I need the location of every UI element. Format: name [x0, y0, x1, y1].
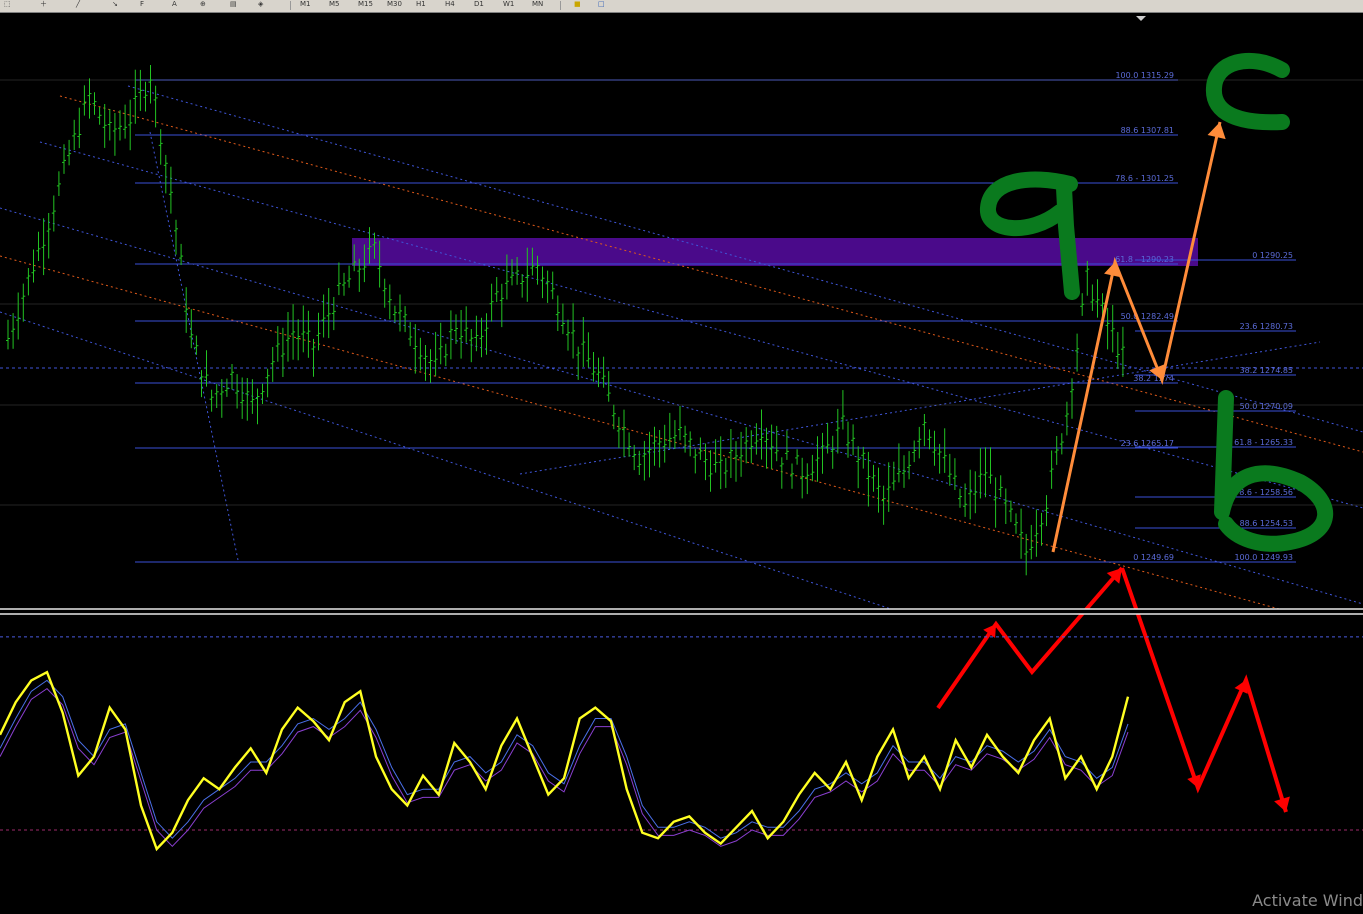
fib-right-label: 0 1290.25	[1252, 251, 1293, 260]
timeframe-h1-button[interactable]: H1	[416, 0, 426, 10]
osc-signal-blue	[0, 679, 1129, 839]
trend-blue-vertical	[149, 131, 239, 561]
channel-blue-3	[0, 207, 1363, 605]
line-icon[interactable]: ╱	[76, 0, 80, 10]
fib-right-label: 78.6 - 1258.56	[1234, 488, 1293, 497]
timeframe-w1-button[interactable]: W1	[503, 0, 514, 10]
fib-right-label: 61.8 - 1265.33	[1234, 438, 1293, 447]
candles	[6, 65, 1125, 576]
folder-icon[interactable]: ■	[574, 0, 581, 10]
fibonacci-icon[interactable]: F	[140, 0, 144, 10]
timeframe-m15-button[interactable]: M15	[358, 0, 373, 10]
templates-icon[interactable]: ▤	[230, 0, 237, 10]
fib-right-label: 88.6 1254.53	[1240, 519, 1293, 528]
zoom-icon[interactable]: ⊕	[200, 0, 206, 10]
fib-left-label: 78.6 - 1301.25	[1115, 174, 1174, 183]
timeframe-m5-button[interactable]: M5	[329, 0, 340, 10]
chart-canvas[interactable]: 100.0 1315.29 88.6 1307.81 78.6 - 1301.25 6…	[0, 12, 1363, 914]
chart-shift-marker	[1136, 16, 1146, 21]
timeframe-h4-button[interactable]: H4	[445, 0, 455, 10]
wave-abc-path	[1051, 121, 1222, 553]
crosshair-icon[interactable]: ＋	[40, 0, 47, 10]
timeframe-m30-button[interactable]: M30	[387, 0, 402, 10]
osc-main-yellow	[0, 670, 1130, 852]
activate-windows-watermark: Activate Wind	[1252, 891, 1363, 910]
window-icon[interactable]: □	[598, 0, 605, 10]
timeframe-m1-button[interactable]: M1	[300, 0, 311, 10]
new-order-icon[interactable]: ◈	[258, 0, 263, 10]
channel-upper-red	[59, 95, 1363, 453]
wave-arrowhead	[1207, 122, 1226, 140]
fib-left-label: 88.6 1307.81	[1121, 126, 1174, 135]
projection-down-path	[1120, 567, 1288, 813]
osc-signal-purple	[0, 687, 1129, 848]
channel-blue-2	[39, 141, 1363, 509]
cursor-icon[interactable]: ⬚	[4, 0, 11, 10]
fib-right-label: 50.0 1270.09	[1240, 402, 1293, 411]
wave-label-c	[1206, 53, 1290, 131]
wave-label-a	[980, 171, 1080, 300]
fib-left-label: 100.0 1315.29	[1115, 71, 1174, 80]
arrow-icon[interactable]: ↘	[112, 0, 118, 10]
fib-left-label: 50.0 1282.49	[1121, 312, 1174, 321]
fib-right-label: 100.0 1249.93	[1234, 553, 1293, 562]
channel-blue-5	[519, 341, 1321, 475]
channel-blue-4	[0, 311, 901, 613]
timeframe-d1-button[interactable]: D1	[474, 0, 484, 10]
projection-up-path	[936, 566, 1124, 710]
fib-right-label: 38.2 1274.85	[1240, 366, 1293, 375]
fib-left-label: 0 1249.69	[1133, 553, 1174, 562]
timeframe-mn-button[interactable]: MN	[532, 0, 543, 10]
text-icon[interactable]: A	[172, 0, 177, 10]
fib-right-label: 23.6 1280.73	[1240, 322, 1293, 331]
